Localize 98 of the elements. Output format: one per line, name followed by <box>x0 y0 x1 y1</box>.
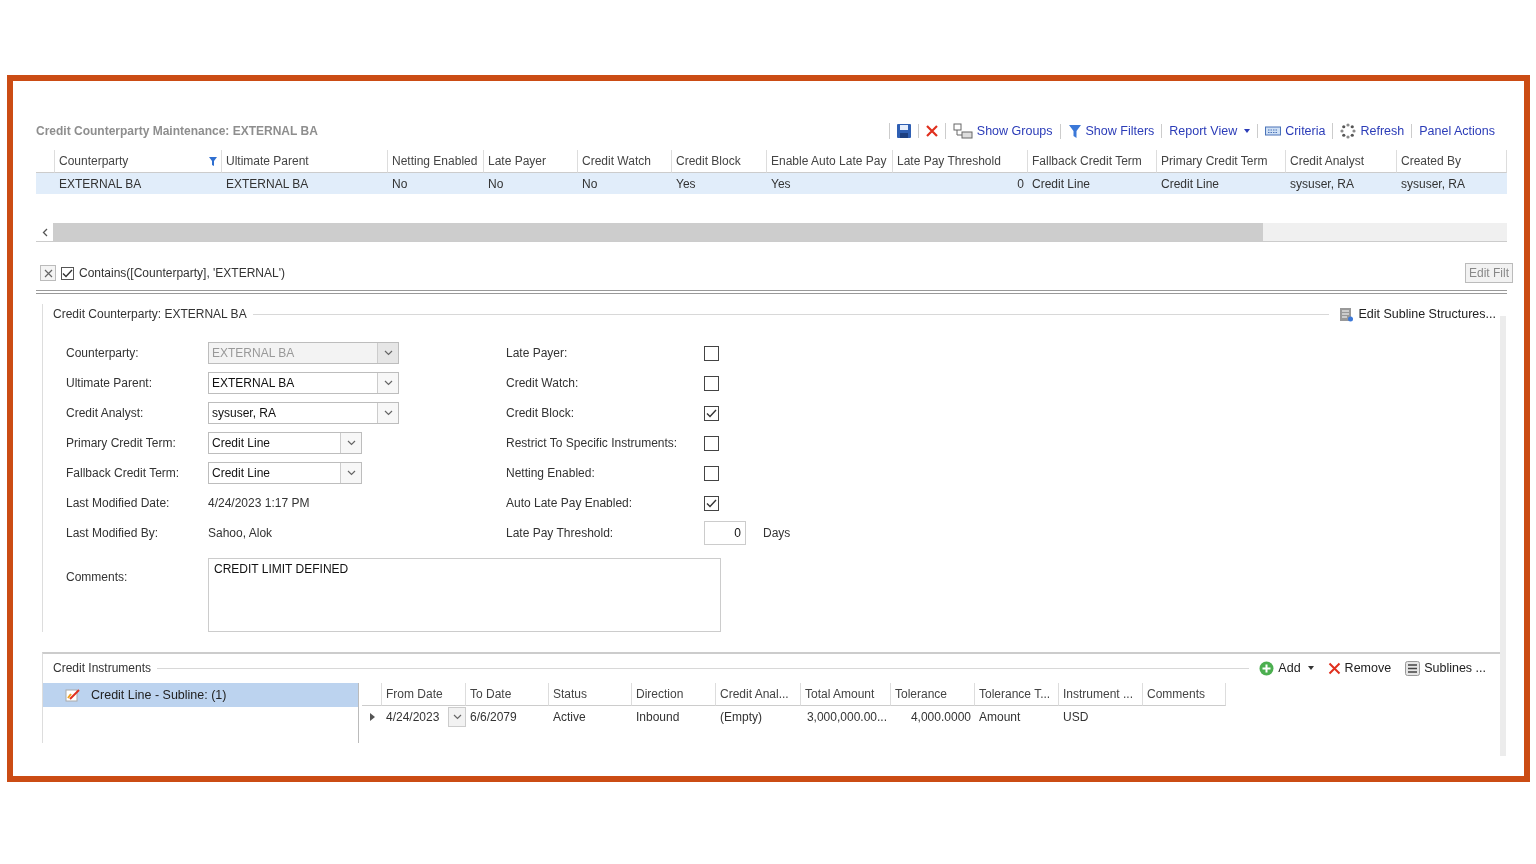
column-header[interactable]: Tolerance T... <box>975 683 1059 706</box>
group-title: Credit Counterparty: EXTERNAL BA <box>52 307 247 321</box>
column-header[interactable]: Tolerance <box>891 683 975 706</box>
field-label: Netting Enabled: <box>506 466 596 480</box>
table-cell-text: sysuser, RA <box>1289 175 1356 193</box>
scroll-left-icon[interactable] <box>41 227 48 237</box>
table-cell-text: 0 <box>1016 175 1025 193</box>
field-label: Counterparty: <box>66 346 140 360</box>
field-label: Late Pay Threshold: <box>506 526 615 540</box>
add-button[interactable]: Add <box>1255 660 1318 676</box>
keyboard-icon <box>1265 126 1282 136</box>
refresh-icon <box>1340 123 1357 139</box>
column-header[interactable]: Direction <box>632 683 716 706</box>
unit-label: Days <box>763 526 791 540</box>
filter-expression: Contains([Counterparty], 'EXTERNAL') <box>79 266 285 280</box>
panel-actions-link[interactable]: Panel Actions <box>1411 124 1502 138</box>
save-icon <box>895 123 912 139</box>
table-cell-text: Yes <box>770 175 792 193</box>
table-cell-text: Amount <box>978 709 1022 726</box>
filter-icon <box>1067 123 1082 139</box>
row-pointer-icon <box>369 713 375 721</box>
table-cell-text: EXTERNAL BA <box>225 175 310 193</box>
dropdown-field[interactable]: sysuser, RA <box>208 402 399 424</box>
filter-icon[interactable] <box>209 156 217 166</box>
field-label: Credit Block: <box>506 406 576 420</box>
scrollbar-thumb[interactable] <box>53 223 1263 241</box>
checkbox[interactable] <box>704 375 719 391</box>
field-value: 4/24/2023 1:17 PM <box>208 496 310 510</box>
comments-field[interactable]: CREDIT LIMIT DEFINED <box>208 558 721 632</box>
field-label: Restrict To Specific Instruments: <box>506 436 679 450</box>
refresh-button[interactable]: Refresh <box>1332 123 1412 139</box>
table-cell-text: EXTERNAL BA <box>58 175 143 193</box>
grouping-icon <box>952 123 973 139</box>
document-icon <box>1339 306 1355 322</box>
table-cell-text: No <box>581 175 599 193</box>
table-cell-text: USD <box>1062 709 1090 726</box>
table-cell-text: (Empty) <box>719 709 763 726</box>
table-cell-text: Credit Line <box>1031 175 1092 193</box>
close-icon <box>43 268 53 278</box>
column-header[interactable]: Instrument ... <box>1059 683 1143 706</box>
remove-button[interactable]: Remove <box>1323 661 1396 675</box>
field-label: Credit Watch: <box>506 376 580 390</box>
pencil-icon <box>65 688 81 702</box>
field-label: Fallback Credit Term: <box>66 466 181 480</box>
table-cell-text: Yes <box>675 175 697 193</box>
column-header[interactable]: To Date <box>466 683 549 706</box>
field-label: Comments: <box>66 569 129 586</box>
checkbox[interactable] <box>704 465 719 481</box>
groups-button[interactable]: Show Groups <box>944 123 1060 139</box>
clear-filter-button[interactable] <box>40 265 56 281</box>
tree-item[interactable]: Credit Line - Subline: (1) <box>43 683 358 707</box>
filter-button[interactable]: Show Filters <box>1059 123 1162 139</box>
report-view-dropdown[interactable]: Report View <box>1161 124 1258 138</box>
table-cell-text: Inbound <box>635 709 681 726</box>
table-cell-text: 6/6/2079 <box>469 709 518 726</box>
column-header[interactable]: Credit Anal... <box>716 683 801 706</box>
criteria-button[interactable]: Criteria <box>1257 124 1333 138</box>
horizontal-scrollbar[interactable] <box>36 223 1507 242</box>
table-cell-text: Credit Line <box>1160 175 1221 193</box>
checkbox[interactable] <box>61 266 74 280</box>
column-header[interactable]: Total Amount <box>801 683 891 706</box>
table-cell-text: Active <box>552 709 587 726</box>
checkbox[interactable] <box>704 405 719 421</box>
dropdown-field[interactable]: Credit Line <box>208 432 362 454</box>
dropdown-field[interactable]: EXTERNAL BA <box>208 372 399 394</box>
add-icon <box>1259 660 1275 676</box>
column-header[interactable]: From Date <box>382 683 466 706</box>
field-label: Auto Late Pay Enabled: <box>506 496 634 510</box>
field-value: Sahoo, Alok <box>208 526 273 540</box>
panel-title: Credit Counterparty Maintenance: EXTERNAL BA <box>36 124 318 138</box>
table-cell-text: 4,000.0000 <box>909 709 972 726</box>
close-icon <box>924 124 939 138</box>
column-header[interactable]: Status <box>549 683 632 706</box>
close-icon <box>1327 661 1341 675</box>
field-label: Last Modified By: <box>66 526 160 540</box>
group-title: Credit Instruments <box>52 661 152 675</box>
field-label: Last Modified Date: <box>66 496 171 510</box>
field-label: Late Payer: <box>506 346 569 360</box>
sublines-button[interactable]: Sublines ... <box>1401 660 1490 676</box>
list-icon <box>1405 660 1421 676</box>
table-cell-text: No <box>391 175 409 193</box>
column-header[interactable]: Comments <box>1143 683 1226 706</box>
checkbox[interactable] <box>704 435 719 451</box>
column-header <box>362 683 382 706</box>
field-label: Ultimate Parent: <box>66 376 154 390</box>
dropdown-field[interactable]: Credit Line <box>208 462 362 484</box>
table-cell-text: No <box>487 175 505 193</box>
edit-subline-structures-button[interactable]: Edit Subline Structures... <box>1335 306 1500 322</box>
table-row[interactable]: EXTERNAL BA EXTERNAL BA No No No Yes Yes 0 Credit Line Credit Line sysuser, RA sysuser, RA <box>36 173 1507 194</box>
table-cell-text: 3,000,000.00... <box>805 709 888 726</box>
date-field[interactable]: 4/24/2023 <box>382 706 466 728</box>
field-label: Primary Credit Term: <box>66 436 177 450</box>
checkbox[interactable] <box>704 495 719 511</box>
checkbox[interactable] <box>704 345 719 361</box>
field-label: Credit Analyst: <box>66 406 145 420</box>
vertical-scrollbar[interactable] <box>1500 316 1506 756</box>
table-cell-text: sysuser, RA <box>1400 175 1467 193</box>
threshold-field[interactable]: 0 <box>704 521 746 545</box>
